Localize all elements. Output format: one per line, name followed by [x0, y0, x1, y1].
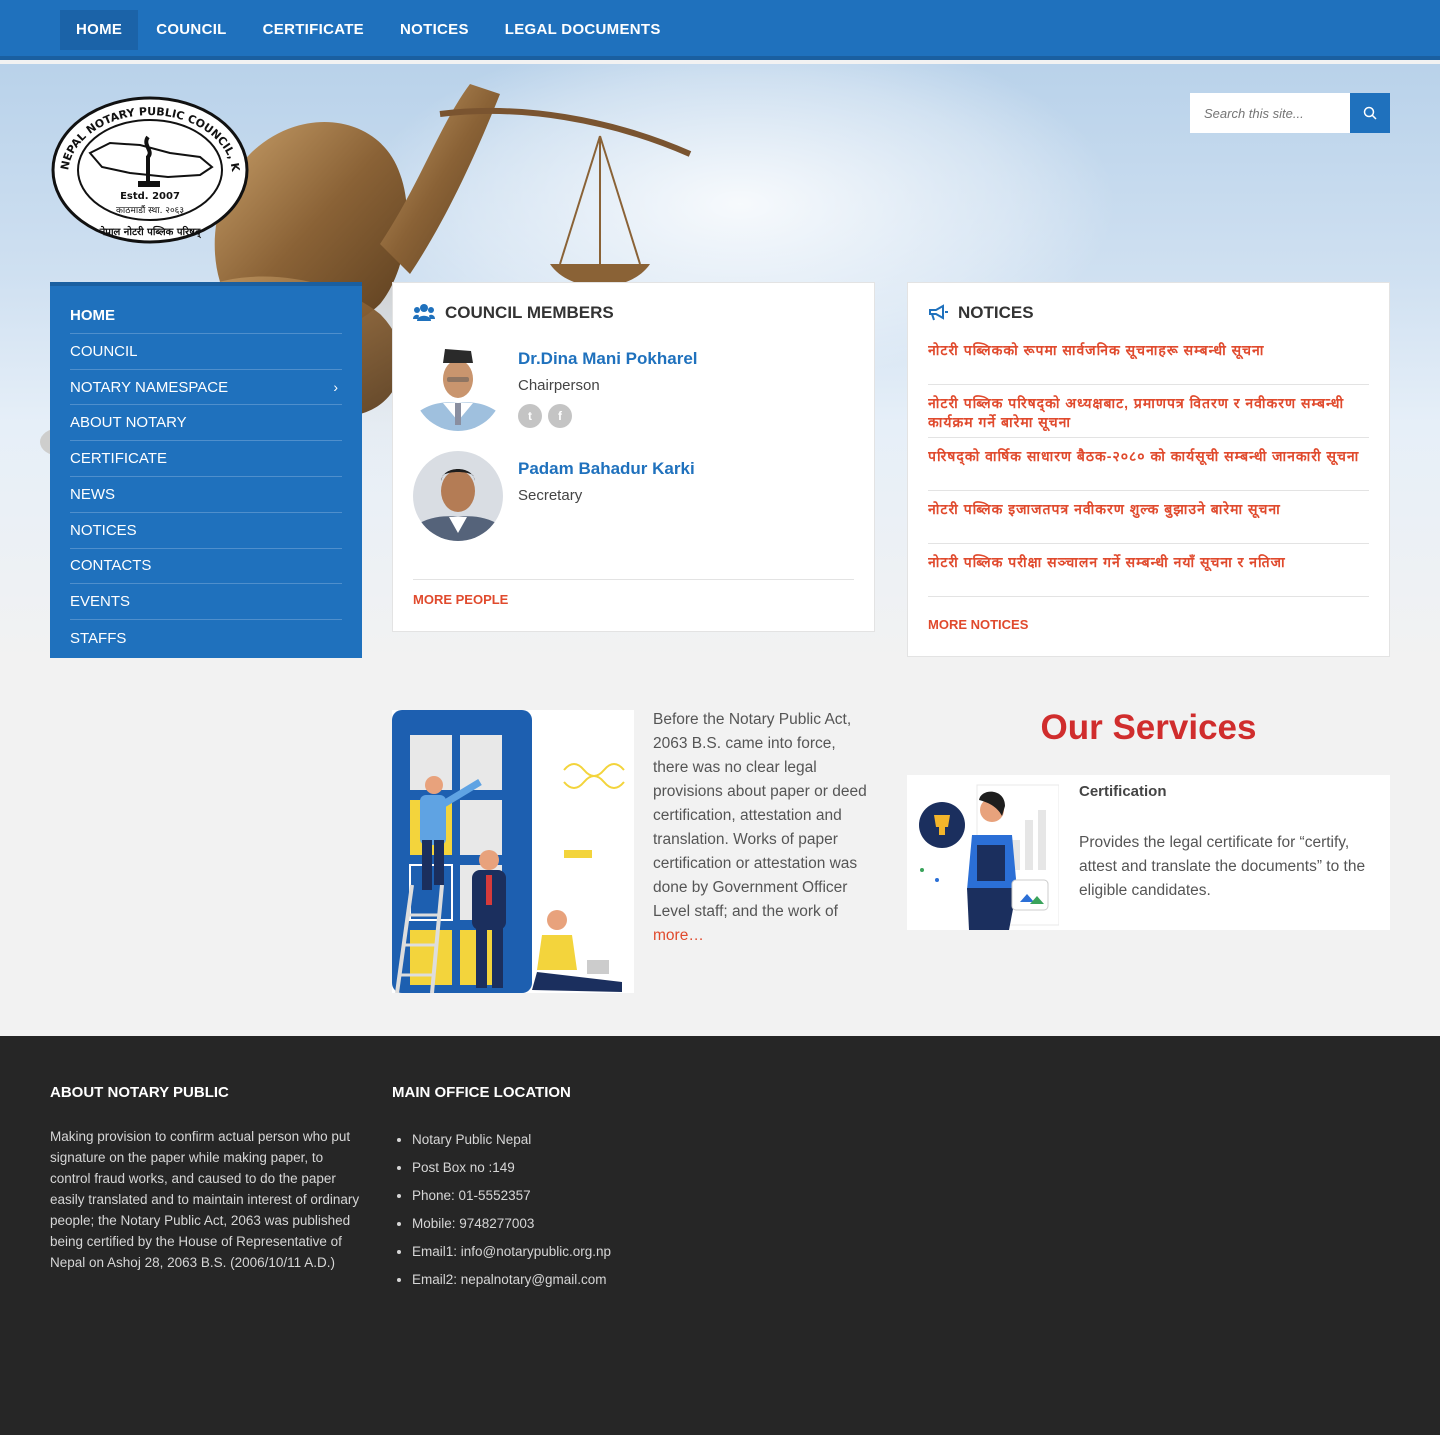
logo-text-ne2: नेपाल नोटरी पब्लिक परिषद्: [99, 225, 202, 238]
services-title: Our Services: [1040, 708, 1257, 747]
member-role: Secretary: [518, 487, 583, 504]
notice-item[interactable]: नोटरी पब्लिक परिषद्को अध्यक्षबाट, प्रमाण…: [928, 394, 1369, 438]
search-button[interactable]: [1350, 93, 1390, 133]
users-icon: [413, 304, 435, 321]
sidebar-item-contacts[interactable]: CONTACTS: [70, 549, 342, 585]
sidebar-item-certificate[interactable]: CERTIFICATE: [70, 441, 342, 477]
topnav-certificate[interactable]: CERTIFICATE: [245, 10, 382, 50]
twitter-icon[interactable]: t: [518, 404, 542, 428]
notice-item[interactable]: नोटरी पब्लिक परीक्षा सञ्चालन गर्ने सम्बन…: [928, 553, 1369, 597]
sidebar-item-events[interactable]: EVENTS: [70, 584, 342, 621]
megaphone-icon: [929, 304, 948, 321]
footer-location-item[interactable]: Email2: nepalnotary@gmail.com: [412, 1266, 722, 1294]
footer-location-item: Phone: 01-5552357: [412, 1182, 722, 1210]
certification-illustration: [917, 780, 1060, 930]
chevron-right-icon: ›: [333, 378, 338, 395]
footer-location-item[interactable]: Email1: info@notarypublic.org.np: [412, 1238, 722, 1266]
logo-estd: Estd. 2007: [120, 191, 180, 202]
service-title: Certification: [1079, 783, 1167, 800]
footer-about-text: Making provision to confirm actual perso…: [50, 1129, 360, 1270]
council-members-panel: COUNCIL MEMBERS Dr.Dina Mani Pokharel Ch…: [392, 282, 875, 632]
facebook-icon[interactable]: f: [548, 404, 572, 428]
avatar[interactable]: [413, 451, 503, 541]
footer-location-item: Notary Public Nepal: [412, 1126, 722, 1154]
notice-item[interactable]: नोटरी पब्लिकको रूपमा सार्वजनिक सूचनाहरू …: [928, 341, 1369, 385]
footer-location-item: Post Box no :149: [412, 1154, 722, 1182]
intro-more-link[interactable]: more…: [653, 927, 704, 944]
sidebar-item-news[interactable]: NEWS: [70, 477, 342, 513]
member-name[interactable]: Padam Bahadur Karki: [518, 459, 695, 479]
more-people-link[interactable]: MORE PEOPLE: [413, 592, 508, 607]
more-notices-link[interactable]: MORE NOTICES: [928, 617, 1028, 632]
member-card: Padam Bahadur Karki Secretary: [413, 451, 854, 543]
member-card: Dr.Dina Mani Pokharel Chairperson t f: [413, 341, 854, 433]
intro-illustration: [392, 710, 634, 993]
member-name[interactable]: Dr.Dina Mani Pokharel: [518, 349, 698, 369]
service-card-certification[interactable]: Certification Provides the legal certifi…: [907, 775, 1390, 930]
search-icon: [1363, 106, 1377, 120]
notice-item[interactable]: नोटरी पब्लिक इजाजतपत्र नवीकरण शुल्क बुझा…: [928, 500, 1369, 544]
top-navigation: HOME COUNCIL CERTIFICATE NOTICES LEGAL D…: [0, 0, 1440, 60]
footer-about-title: ABOUT NOTARY PUBLIC: [50, 1084, 229, 1101]
site-search: [1190, 93, 1390, 133]
divider: [413, 579, 854, 580]
notice-item[interactable]: परिषद्को वार्षिक साधारण बैठक-२०८० को कार…: [928, 447, 1369, 491]
council-logo[interactable]: NEPAL NOTARY PUBLIC COUNCIL, KATHMANDU E…: [45, 85, 250, 245]
sidebar-item-about-notary[interactable]: ABOUT NOTARY: [70, 405, 342, 442]
search-input[interactable]: [1190, 93, 1350, 133]
sidebar-item-home[interactable]: HOME: [70, 298, 342, 334]
service-description: Provides the legal certificate for “cert…: [1079, 834, 1366, 899]
footer-location-item: Mobile: 9748277003: [412, 1210, 722, 1238]
avatar[interactable]: [413, 341, 503, 431]
intro-text: Before the Notary Public Act, 2063 B.S. …: [653, 708, 868, 948]
topnav-legal-documents[interactable]: LEGAL DOCUMENTS: [487, 10, 679, 50]
topnav-home[interactable]: HOME: [60, 10, 139, 50]
sidebar-item-council[interactable]: COUNCIL: [70, 334, 342, 370]
topnav-notices[interactable]: NOTICES: [382, 10, 487, 50]
notices-title: NOTICES: [958, 303, 1034, 322]
sidebar-item-notary-namespace[interactable]: NOTARY NAMESPACE ›: [70, 370, 342, 406]
sidebar-item-notices[interactable]: NOTICES: [70, 513, 342, 549]
sidebar-menu: HOME COUNCIL NOTARY NAMESPACE › ABOUT NOT…: [50, 282, 362, 658]
sidebar-item-staffs[interactable]: STAFFS: [70, 620, 342, 656]
member-role: Chairperson: [518, 377, 600, 394]
footer: ABOUT NOTARY PUBLIC Making provision to …: [0, 1036, 1440, 1435]
logo-text-ne1: काठमाडौं स्था. २०६३: [116, 204, 184, 216]
notices-panel: NOTICES नोटरी पब्लिकको रूपमा सार्वजनिक स…: [907, 282, 1390, 657]
intro-paragraph: Before the Notary Public Act, 2063 B.S. …: [653, 711, 867, 920]
footer-location-title: MAIN OFFICE LOCATION: [392, 1084, 571, 1101]
council-title: COUNCIL MEMBERS: [445, 303, 614, 322]
topnav-council[interactable]: COUNCIL: [138, 10, 244, 50]
